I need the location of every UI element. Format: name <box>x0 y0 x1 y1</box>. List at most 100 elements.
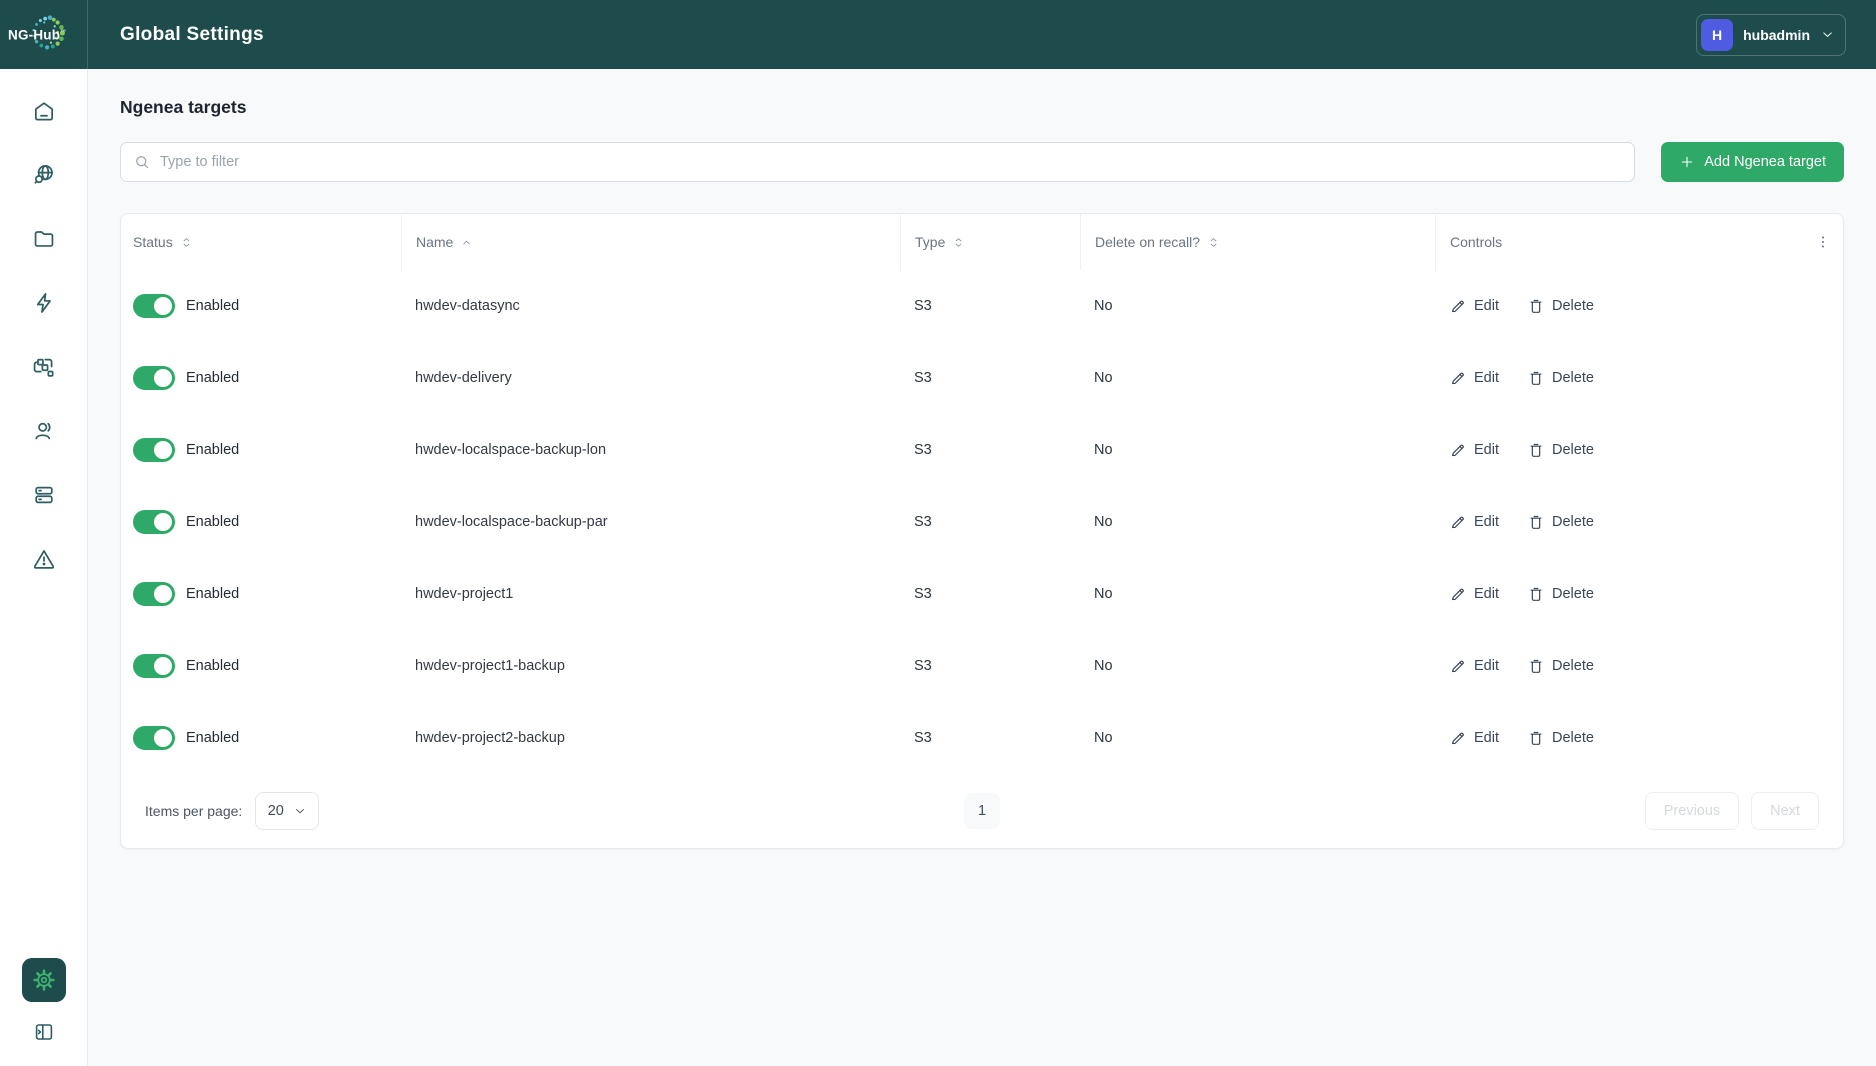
search-icon <box>133 153 151 171</box>
sidebar-item-folders[interactable] <box>12 207 76 271</box>
trash-icon <box>1527 513 1545 531</box>
target-type: S3 <box>900 514 1080 530</box>
sort-asc-icon <box>460 236 473 249</box>
trash-icon <box>1527 441 1545 459</box>
filter-search-box <box>120 142 1635 182</box>
sort-both-icon <box>180 236 193 249</box>
edit-button[interactable]: Edit <box>1449 585 1499 603</box>
table-options-menu[interactable] <box>1803 214 1843 270</box>
toggle-knob <box>154 585 172 603</box>
filter-input[interactable] <box>160 154 1622 170</box>
target-type: S3 <box>900 658 1080 674</box>
status-label: Enabled <box>186 370 239 386</box>
sidebar-item-activity[interactable] <box>12 271 76 335</box>
sidebar-item-home[interactable] <box>12 79 76 143</box>
trash-icon <box>1527 729 1545 747</box>
column-header-status[interactable]: Status <box>121 214 401 270</box>
delete-on-recall-value: No <box>1080 514 1435 530</box>
column-header-name[interactable]: Name <box>401 214 900 270</box>
user-menu[interactable]: H hubadmin <box>1696 14 1846 56</box>
items-per-page-select[interactable]: 20 <box>255 792 319 830</box>
edit-button[interactable]: Edit <box>1449 513 1499 531</box>
status-toggle[interactable] <box>133 510 175 534</box>
table-row: Enabled hwdev-project1-backup S3 No Edit… <box>121 630 1843 702</box>
sidebar-bottom <box>22 958 66 1044</box>
toolbar: Add Ngenea target <box>120 142 1844 182</box>
delete-button[interactable]: Delete <box>1527 369 1594 387</box>
delete-button[interactable]: Delete <box>1527 585 1594 603</box>
sidebar-item-workflows[interactable] <box>12 335 76 399</box>
table-row: Enabled hwdev-project2-backup S3 No Edit… <box>121 702 1843 774</box>
delete-on-recall-value: No <box>1080 730 1435 746</box>
server-stack-icon <box>31 482 57 508</box>
globe-search-icon <box>31 162 57 188</box>
add-button-label: Add Ngenea target <box>1704 154 1826 170</box>
status-toggle[interactable] <box>133 582 175 606</box>
target-type: S3 <box>900 298 1080 314</box>
sidebar-item-servers[interactable] <box>12 463 76 527</box>
trash-icon <box>1527 657 1545 675</box>
next-page-button[interactable]: Next <box>1751 792 1819 830</box>
status-label: Enabled <box>186 730 239 746</box>
delete-button[interactable]: Delete <box>1527 657 1594 675</box>
column-header-delete-on-recall[interactable]: Delete on recall? <box>1080 214 1435 270</box>
sort-both-icon <box>952 236 965 249</box>
table-row: Enabled hwdev-project1 S3 No Edit Delete <box>121 558 1843 630</box>
logo-text: NG-Hub <box>8 27 60 42</box>
sidebar-item-alerts[interactable] <box>12 527 76 591</box>
table-row: Enabled hwdev-datasync S3 No Edit Delete <box>121 270 1843 342</box>
delete-button[interactable]: Delete <box>1527 441 1594 459</box>
column-header-type[interactable]: Type <box>900 214 1080 270</box>
expand-panel-button[interactable] <box>32 1020 56 1044</box>
page-title: Ngenea targets <box>120 97 1844 118</box>
delete-button[interactable]: Delete <box>1527 513 1594 531</box>
user-name: hubadmin <box>1743 27 1810 43</box>
edit-button[interactable]: Edit <box>1449 657 1499 675</box>
pencil-icon <box>1449 513 1467 531</box>
target-name: hwdev-project1-backup <box>401 658 900 674</box>
edit-button[interactable]: Edit <box>1449 729 1499 747</box>
pencil-icon <box>1449 585 1467 603</box>
users-icon <box>31 418 57 444</box>
chevron-down-icon <box>293 804 307 818</box>
status-label: Enabled <box>186 586 239 602</box>
delete-on-recall-value: No <box>1080 442 1435 458</box>
page-number-button[interactable]: 1 <box>964 793 1000 829</box>
table-header-row: Status Name Type Delete on recall? Contr… <box>121 214 1843 270</box>
target-type: S3 <box>900 370 1080 386</box>
edit-button[interactable]: Edit <box>1449 297 1499 315</box>
top-bar: NG-Hub™ Global Settings H hubadmin <box>0 0 1876 69</box>
pencil-icon <box>1449 441 1467 459</box>
page-header-title: Global Settings <box>120 24 264 46</box>
toggle-knob <box>154 297 172 315</box>
sidebar-item-discover[interactable] <box>12 143 76 207</box>
status-toggle[interactable] <box>133 438 175 462</box>
status-toggle[interactable] <box>133 294 175 318</box>
edit-button[interactable]: Edit <box>1449 441 1499 459</box>
warning-triangle-icon <box>31 546 57 572</box>
logo-trademark: ™ <box>60 30 66 36</box>
pencil-icon <box>1449 369 1467 387</box>
table-row: Enabled hwdev-localspace-backup-par S3 N… <box>121 486 1843 558</box>
folder-icon <box>31 226 57 252</box>
sidebar-item-users[interactable] <box>12 399 76 463</box>
edit-button[interactable]: Edit <box>1449 369 1499 387</box>
panel-expand-icon <box>32 1020 56 1044</box>
trash-icon <box>1527 585 1545 603</box>
sort-both-icon <box>1207 236 1220 249</box>
target-name: hwdev-project2-backup <box>401 730 900 746</box>
app-logo: NG-Hub™ <box>0 0 88 69</box>
pencil-icon <box>1449 657 1467 675</box>
toggle-knob <box>154 513 172 531</box>
previous-page-button[interactable]: Previous <box>1645 792 1739 830</box>
status-label: Enabled <box>186 298 239 314</box>
status-toggle[interactable] <box>133 366 175 390</box>
status-toggle[interactable] <box>133 726 175 750</box>
main-content: Ngenea targets Add Ngenea target Status <box>88 0 1876 849</box>
add-ngenea-target-button[interactable]: Add Ngenea target <box>1661 142 1844 182</box>
status-toggle[interactable] <box>133 654 175 678</box>
table-body: Enabled hwdev-datasync S3 No Edit Delete… <box>121 270 1843 774</box>
delete-button[interactable]: Delete <box>1527 297 1594 315</box>
delete-button[interactable]: Delete <box>1527 729 1594 747</box>
settings-button[interactable] <box>22 958 66 1002</box>
